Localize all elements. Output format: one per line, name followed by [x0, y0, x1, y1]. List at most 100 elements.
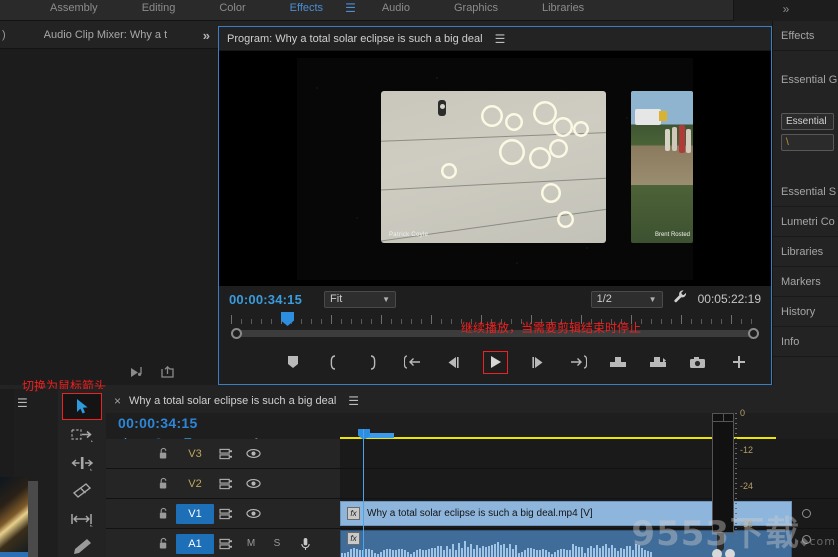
track-visibility-icon[interactable] — [238, 448, 268, 459]
essential-graphics-tab[interactable]: Essential G — [773, 51, 838, 109]
audio-meter-knob[interactable] — [712, 549, 722, 557]
step-back-button[interactable] — [443, 352, 463, 372]
playback-resolution-select[interactable]: 1/2 ▼ — [590, 290, 663, 308]
scrub-handle-left[interactable] — [231, 328, 242, 339]
audio-meter-clip-indicator[interactable] — [713, 414, 733, 422]
track-body-v1[interactable]: fx Why a total solar eclipse is such a b… — [340, 499, 838, 528]
markers-tab[interactable]: Markers — [773, 267, 838, 297]
workspace-tab-graphics[interactable]: Graphics — [432, 3, 520, 21]
track-select-forward-tool[interactable] — [62, 421, 102, 448]
go-to-out-button[interactable] — [568, 352, 588, 372]
wrench-icon[interactable] — [673, 289, 688, 309]
razor-tool[interactable] — [62, 477, 102, 504]
crescent-shadow — [501, 109, 526, 134]
selection-tool[interactable] — [62, 393, 102, 420]
essential-name-field[interactable]: Essential — [781, 113, 834, 130]
lock-icon[interactable] — [154, 447, 172, 460]
export-frame-button[interactable] — [688, 352, 708, 372]
workspace-menu-icon[interactable]: ☰ — [345, 1, 360, 21]
video-main-surface: Patrick Coyle — [381, 90, 606, 243]
audio-clip-mixer-panel: ) Audio Clip Mixer: Why a t » — [0, 21, 218, 385]
track-mute-button[interactable]: M — [238, 538, 264, 549]
crescent-shadow — [477, 101, 506, 130]
track-name-a1[interactable]: A1 — [176, 533, 214, 554]
track-header-v1[interactable]: V1 — [106, 499, 340, 528]
play-stop-button[interactable] — [482, 350, 508, 374]
track-body-v2[interactable] — [340, 469, 838, 498]
audio-clip-mixer-tab[interactable]: Audio Clip Mixer: Why a t — [44, 29, 167, 41]
timeline-playhead-timecode[interactable]: 00:00:34:15 — [118, 415, 198, 431]
track-name-v1[interactable]: V1 — [176, 503, 214, 524]
track-header-v3[interactable]: V3 — [106, 439, 340, 468]
sync-lock-icon[interactable] — [214, 478, 238, 490]
thumbnail-selection-bar — [0, 552, 28, 557]
step-forward-button[interactable] — [528, 352, 548, 372]
pen-tool[interactable] — [62, 533, 102, 557]
add-marker-button[interactable] — [283, 352, 303, 372]
mark-in-button[interactable] — [323, 352, 343, 372]
workspace-tab-libraries[interactable]: Libraries — [520, 3, 606, 21]
essential-path-field[interactable]: \ — [781, 134, 834, 151]
track-solo-button[interactable]: S — [264, 538, 290, 549]
program-duration-timecode[interactable]: 00:05:22:19 — [698, 292, 761, 306]
program-monitor-tab[interactable]: Program: Why a total solar eclipse is su… — [227, 33, 483, 45]
sync-lock-icon[interactable] — [214, 538, 238, 550]
effects-tab[interactable]: Effects — [773, 21, 838, 51]
sync-lock-icon[interactable] — [214, 448, 238, 460]
sequence-tab[interactable]: Why a total solar eclipse is such a big … — [129, 395, 336, 407]
video-caption-left: Patrick Coyle — [389, 231, 429, 238]
track-name-v3[interactable]: V3 — [176, 444, 214, 464]
timeline-gap — [38, 389, 58, 557]
lock-icon[interactable] — [154, 477, 172, 490]
extract-button[interactable] — [648, 352, 668, 372]
track-body-a1[interactable]: fx — [340, 529, 838, 557]
timeline-sequence-area: × Why a total solar eclipse is such a bi… — [106, 389, 838, 557]
clip-keyframe-handle[interactable] — [802, 535, 811, 544]
workspace-tab-color[interactable]: Color — [197, 3, 267, 21]
sync-lock-icon[interactable] — [214, 508, 238, 520]
play-audio-icon[interactable] — [130, 366, 146, 379]
track-body-v3[interactable] — [340, 439, 838, 468]
history-tab[interactable]: History — [773, 297, 838, 327]
button-editor-button[interactable] — [729, 352, 749, 372]
workspace-tab-effects[interactable]: Effects — [268, 3, 345, 21]
workspace-tab-editing[interactable]: Editing — [120, 3, 198, 21]
program-scrub-bar[interactable]: 继续播放，当需要剪辑结束时停止 — [219, 312, 771, 342]
track-name-v2[interactable]: V2 — [176, 474, 214, 494]
workspace-tab-assembly[interactable]: Assembly — [28, 3, 120, 21]
sequence-menu-icon[interactable]: ☰ — [348, 394, 359, 408]
track-header-a1[interactable]: A1 M S — [106, 529, 340, 557]
workspace-overflow-button[interactable]: » — [733, 0, 838, 21]
premiere-pro-window: Assembly Editing Color Effects ☰ Audio G… — [0, 0, 838, 557]
libraries-tab[interactable]: Libraries — [773, 237, 838, 267]
export-frame-icon[interactable] — [160, 366, 176, 379]
track-visibility-icon[interactable] — [238, 508, 268, 519]
left-overflow-icon[interactable]: » — [203, 28, 210, 43]
workspace-tab-audio[interactable]: Audio — [360, 3, 432, 21]
microphone-icon[interactable] — [290, 537, 320, 551]
info-tab[interactable]: Info — [773, 327, 838, 357]
audio-meter-knob[interactable] — [725, 549, 735, 557]
ripple-edit-tool[interactable] — [62, 449, 102, 476]
go-to-in-button[interactable] — [403, 352, 423, 372]
audio-meters-panel[interactable]: 0 -12 -24 -36 — [708, 408, 753, 557]
scrub-handle-right[interactable] — [748, 328, 759, 339]
annotation-playback: 继续播放，当需要剪辑结束时停止 — [461, 321, 642, 335]
program-monitor-menu-icon[interactable]: ☰ — [495, 32, 506, 46]
lock-icon[interactable] — [154, 537, 172, 550]
mark-out-button[interactable] — [363, 352, 383, 372]
person-shape — [665, 128, 670, 151]
close-icon[interactable]: × — [114, 394, 121, 408]
timeline-left-menu-icon[interactable]: ☰ — [17, 396, 28, 410]
track-header-v2[interactable]: V2 — [106, 469, 340, 498]
clip-keyframe-handle[interactable] — [802, 509, 811, 518]
program-monitor-viewer[interactable]: Patrick Coyle Brent Rosted — [219, 51, 771, 286]
essential-sound-tab[interactable]: Essential S — [773, 177, 838, 207]
zoom-level-select[interactable]: Fit ▼ — [324, 290, 397, 308]
track-visibility-icon[interactable] — [238, 478, 268, 489]
slip-tool[interactable] — [62, 505, 102, 532]
lock-icon[interactable] — [154, 507, 172, 520]
program-current-timecode[interactable]: 00:00:34:15 — [229, 292, 302, 307]
lumetri-color-tab[interactable]: Lumetri Co — [773, 207, 838, 237]
lift-button[interactable] — [608, 352, 628, 372]
